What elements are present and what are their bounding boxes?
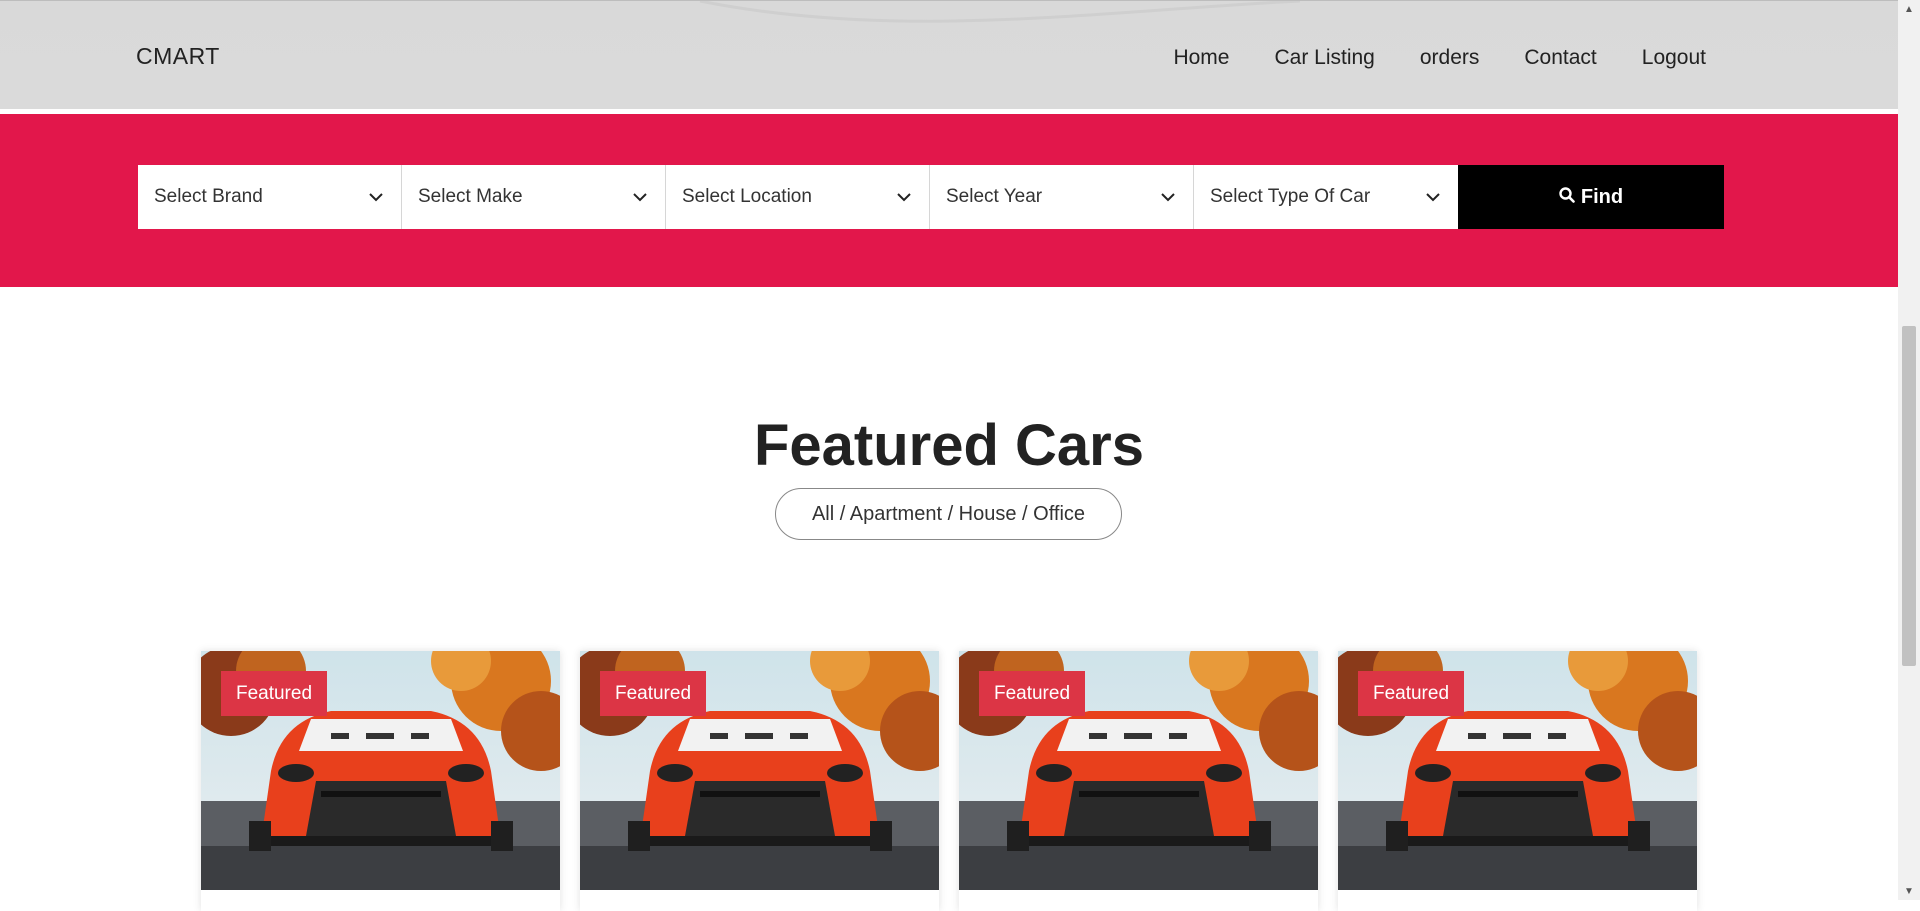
location-select-label: Select Location: [682, 186, 812, 207]
chevron-down-icon: [631, 188, 649, 206]
car-card[interactable]: Featured: [201, 651, 560, 911]
featured-cards: Featured Featured Featured Featured: [201, 651, 1697, 911]
search-form: Select Brand Select Make Select Location…: [138, 165, 1724, 229]
featured-badge: Featured: [600, 671, 706, 716]
find-button-label: Find: [1580, 185, 1624, 208]
car-card[interactable]: Featured: [959, 651, 1318, 911]
nav-orders[interactable]: orders: [1420, 46, 1480, 70]
site-logo[interactable]: CMART: [136, 43, 220, 70]
car-type-select[interactable]: Select Type Of Car: [1194, 165, 1458, 229]
nav-contact[interactable]: Contact: [1524, 46, 1596, 70]
make-select-label: Select Make: [418, 186, 523, 207]
search-band: Select Brand Select Make Select Location…: [0, 114, 1898, 287]
site-header: CMART Home Car Listing orders Contact Lo…: [0, 0, 1898, 109]
featured-title: Featured Cars: [753, 413, 1145, 478]
featured-badge: Featured: [221, 671, 327, 716]
search-icon: [1559, 186, 1575, 209]
year-select-label: Select Year: [946, 186, 1043, 207]
car-type-select-label: Select Type Of Car: [1210, 186, 1371, 207]
year-select[interactable]: Select Year: [930, 165, 1194, 229]
nav-logout[interactable]: Logout: [1642, 46, 1706, 70]
scroll-down-arrow-icon[interactable]: ▼: [1898, 882, 1920, 900]
category-filter[interactable]: All / Apartment / House / Office: [775, 488, 1122, 540]
nav-car-listing[interactable]: Car Listing: [1274, 46, 1374, 70]
main-nav: Home Car Listing orders Contact Logout: [1173, 46, 1706, 70]
chevron-down-icon: [367, 188, 385, 206]
featured-badge: Featured: [979, 671, 1085, 716]
find-button[interactable]: Find: [1458, 165, 1724, 229]
car-card[interactable]: Featured: [1338, 651, 1697, 911]
chevron-down-icon: [1424, 188, 1442, 206]
car-card[interactable]: Featured: [580, 651, 939, 911]
scroll-up-arrow-icon[interactable]: ▲: [1898, 0, 1920, 18]
chevron-down-icon: [895, 188, 913, 206]
brand-select-label: Select Brand: [154, 186, 263, 207]
brand-select[interactable]: Select Brand: [138, 165, 402, 229]
chevron-down-icon: [1159, 188, 1177, 206]
make-select[interactable]: Select Make: [402, 165, 666, 229]
featured-badge: Featured: [1358, 671, 1464, 716]
page-scrollbar[interactable]: ▲ ▼: [1898, 0, 1920, 900]
scrollbar-thumb[interactable]: [1902, 326, 1916, 666]
location-select[interactable]: Select Location: [666, 165, 930, 229]
nav-home[interactable]: Home: [1173, 46, 1229, 70]
